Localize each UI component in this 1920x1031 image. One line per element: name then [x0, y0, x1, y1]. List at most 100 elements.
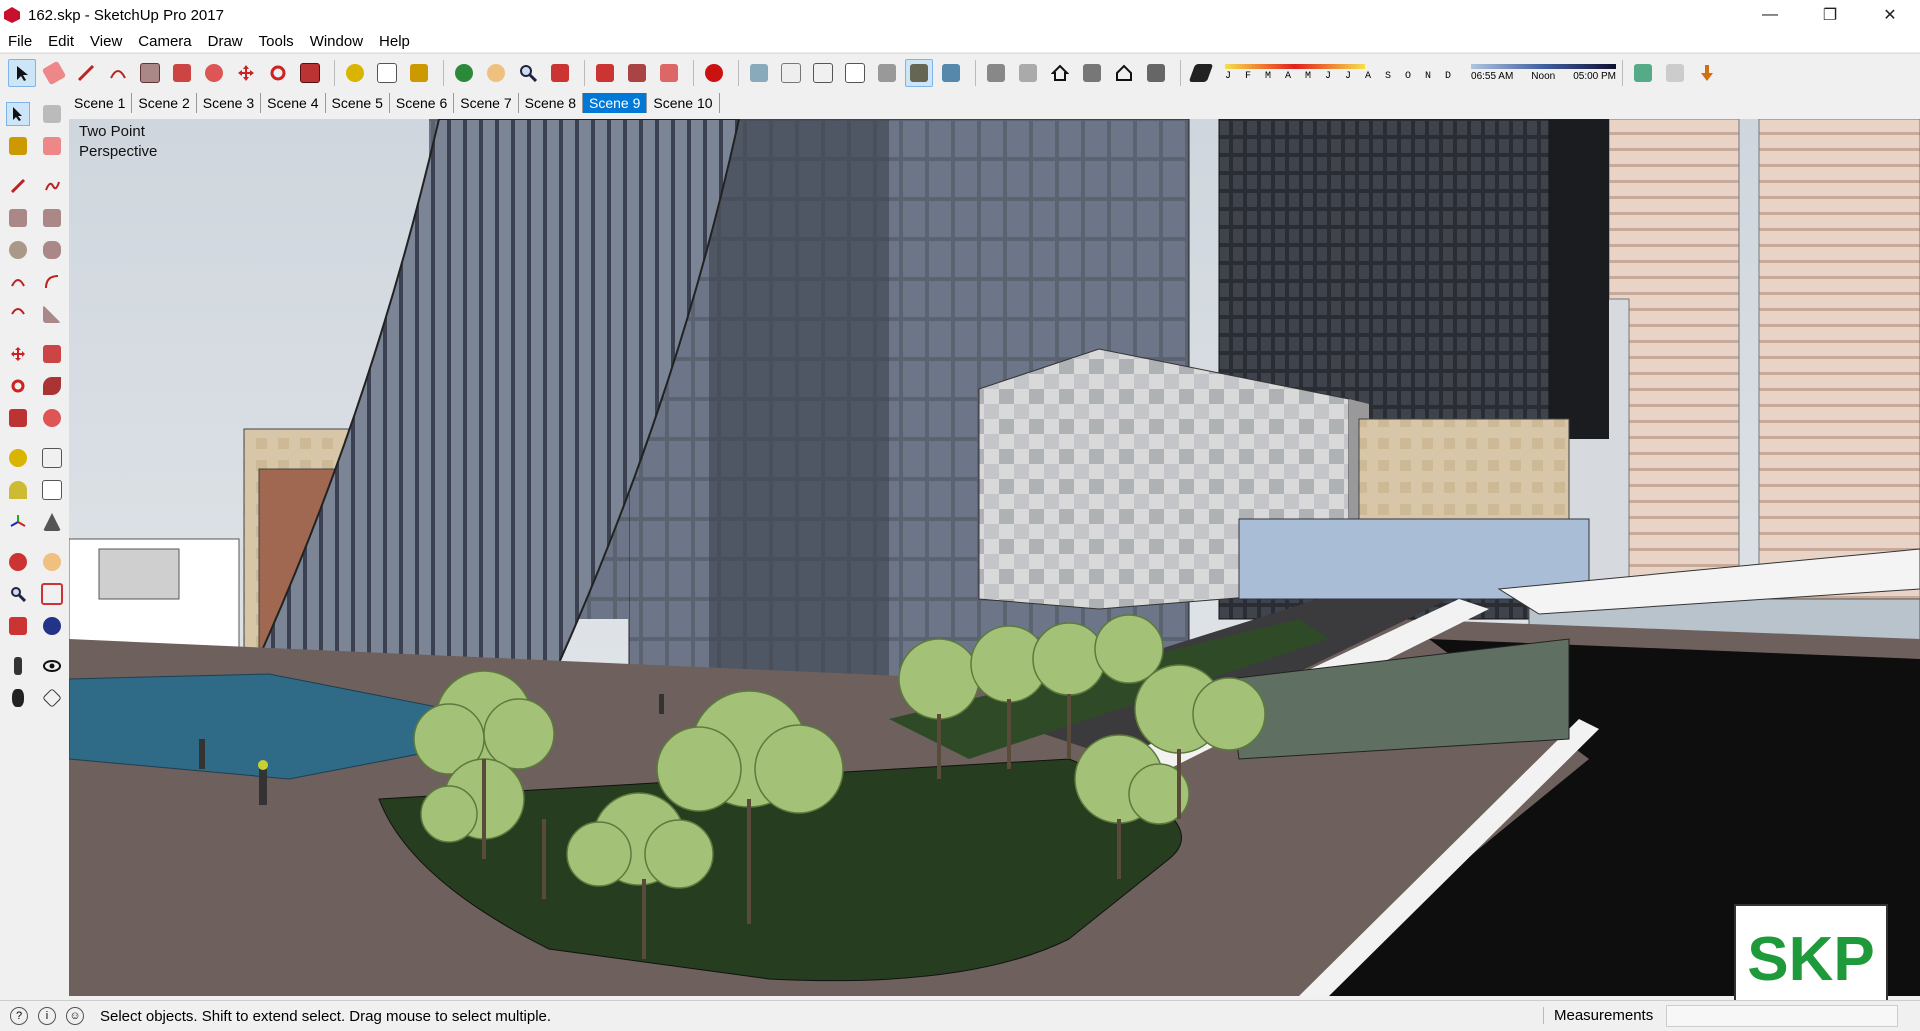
lt-component-button[interactable] — [40, 102, 64, 126]
share-model-button[interactable] — [655, 59, 683, 87]
lt-3d-text-button[interactable] — [40, 510, 64, 534]
right-view-button[interactable] — [1078, 59, 1106, 87]
time-slider[interactable] — [1471, 63, 1617, 69]
tab-scene-4[interactable]: Scene 4 — [261, 93, 326, 113]
menu-draw[interactable]: Draw — [200, 33, 251, 50]
lt-circle-button[interactable] — [6, 238, 30, 262]
move-tool-button[interactable] — [232, 59, 260, 87]
add-location-button[interactable] — [1629, 59, 1657, 87]
get-models-button[interactable] — [1693, 59, 1721, 87]
lt-dimension-button[interactable] — [40, 446, 64, 470]
tab-scene-1[interactable]: Scene 1 — [68, 93, 133, 113]
menu-window[interactable]: Window — [302, 33, 371, 50]
warehouse-button[interactable] — [591, 59, 619, 87]
menu-file[interactable]: File — [0, 33, 40, 50]
lt-polygon-button[interactable] — [40, 238, 64, 262]
lt-position-camera-button[interactable] — [6, 654, 30, 678]
tab-scene-7[interactable]: Scene 7 — [454, 93, 519, 113]
lt-zoom-button[interactable] — [6, 582, 30, 606]
pan-button[interactable] — [482, 59, 510, 87]
paint-bucket-button[interactable] — [405, 59, 433, 87]
lt-follow-me-button[interactable] — [40, 374, 64, 398]
lt-previous-view-button[interactable] — [40, 614, 64, 638]
lt-scale-button[interactable] — [6, 406, 30, 430]
zoom-extents-button[interactable] — [546, 59, 574, 87]
menu-camera[interactable]: Camera — [130, 33, 199, 50]
offset-tool-button[interactable] — [200, 59, 228, 87]
lt-push-pull-button[interactable] — [40, 342, 64, 366]
push-pull-tool-button[interactable] — [168, 59, 196, 87]
lt-section-plane-button[interactable] — [40, 686, 64, 710]
lt-move-button[interactable] — [6, 342, 30, 366]
scale-tool-button[interactable] — [296, 59, 324, 87]
lt-tape-button[interactable] — [6, 446, 30, 470]
menu-view[interactable]: View — [82, 33, 130, 50]
wireframe-button[interactable] — [809, 59, 837, 87]
front-view-button[interactable] — [1046, 59, 1074, 87]
maximize-button[interactable]: ❐ — [1800, 0, 1860, 30]
extension-button[interactable] — [623, 59, 651, 87]
select-tool-button[interactable] — [8, 58, 36, 87]
monochrome-button[interactable] — [937, 59, 965, 87]
lt-axes-button[interactable] — [6, 510, 30, 534]
tab-scene-10[interactable]: Scene 10 — [647, 93, 720, 113]
tab-scene-8[interactable]: Scene 8 — [519, 93, 583, 113]
rotate-tool-button[interactable] — [264, 59, 292, 87]
lt-paint-button[interactable] — [6, 134, 30, 158]
lt-select-button[interactable] — [6, 102, 30, 126]
menu-tools[interactable]: Tools — [251, 33, 302, 50]
month-slider[interactable] — [1225, 63, 1365, 69]
tab-scene-2[interactable]: Scene 2 — [132, 93, 197, 113]
lt-protractor-button[interactable] — [6, 478, 30, 502]
tab-scene-5[interactable]: Scene 5 — [326, 93, 390, 113]
hidden-line-button[interactable] — [841, 59, 869, 87]
lt-3pt-arc-button[interactable] — [6, 302, 30, 326]
user-account-icon[interactable]: ☺ — [66, 1007, 84, 1025]
lt-rotated-rect-button[interactable] — [40, 206, 64, 230]
lt-rectangle-button[interactable] — [6, 206, 30, 230]
close-button[interactable]: ✕ — [1860, 0, 1920, 30]
lt-line-button[interactable] — [6, 174, 30, 198]
lt-arc-button[interactable] — [6, 270, 30, 294]
tab-scene-3[interactable]: Scene 3 — [197, 93, 262, 113]
lt-look-around-button[interactable] — [40, 654, 64, 678]
tape-measure-button[interactable] — [341, 59, 369, 87]
geo-location-icon[interactable]: ? — [10, 1007, 28, 1025]
eraser-tool-button[interactable] — [40, 59, 68, 87]
lt-eraser-button[interactable] — [40, 134, 64, 158]
lt-offset-button[interactable] — [40, 406, 64, 430]
top-view-button[interactable] — [1014, 59, 1042, 87]
menu-edit[interactable]: Edit — [40, 33, 82, 50]
toggle-terrain-button[interactable] — [1661, 59, 1689, 87]
line-tool-button[interactable] — [72, 59, 100, 87]
shaded-textures-button[interactable] — [905, 58, 933, 87]
back-view-button[interactable] — [1110, 59, 1138, 87]
lt-rotate-button[interactable] — [6, 374, 30, 398]
lt-zoom-window-button[interactable] — [40, 582, 64, 606]
lt-orbit-button[interactable] — [6, 550, 30, 574]
lt-2pt-arc-button[interactable] — [40, 270, 64, 294]
credits-info-icon[interactable]: i — [38, 1007, 56, 1025]
menu-help[interactable]: Help — [371, 33, 418, 50]
ruby-console-button[interactable] — [700, 59, 728, 87]
tab-scene-9[interactable]: Scene 9 — [583, 93, 648, 113]
lt-pan-button[interactable] — [40, 550, 64, 574]
minimize-button[interactable]: — — [1740, 0, 1800, 30]
lt-pie-button[interactable] — [40, 302, 64, 326]
iso-view-button[interactable] — [982, 59, 1010, 87]
arc-tool-button[interactable] — [104, 59, 132, 87]
lt-zoom-extents-button[interactable] — [6, 614, 30, 638]
zoom-button[interactable] — [514, 59, 542, 87]
lt-freehand-button[interactable] — [40, 174, 64, 198]
xray-style-button[interactable] — [745, 59, 773, 87]
lt-text-button[interactable] — [40, 478, 64, 502]
measurements-input[interactable] — [1666, 1005, 1898, 1027]
rectangle-tool-button[interactable] — [136, 59, 164, 87]
tab-scene-6[interactable]: Scene 6 — [390, 93, 455, 113]
shaded-button[interactable] — [873, 59, 901, 87]
model-viewport[interactable]: Two Point Perspective — [69, 119, 1920, 996]
orbit-button[interactable] — [450, 59, 478, 87]
left-view-button[interactable] — [1142, 59, 1170, 87]
back-edges-button[interactable] — [777, 59, 805, 87]
text-tool-button[interactable] — [373, 59, 401, 87]
